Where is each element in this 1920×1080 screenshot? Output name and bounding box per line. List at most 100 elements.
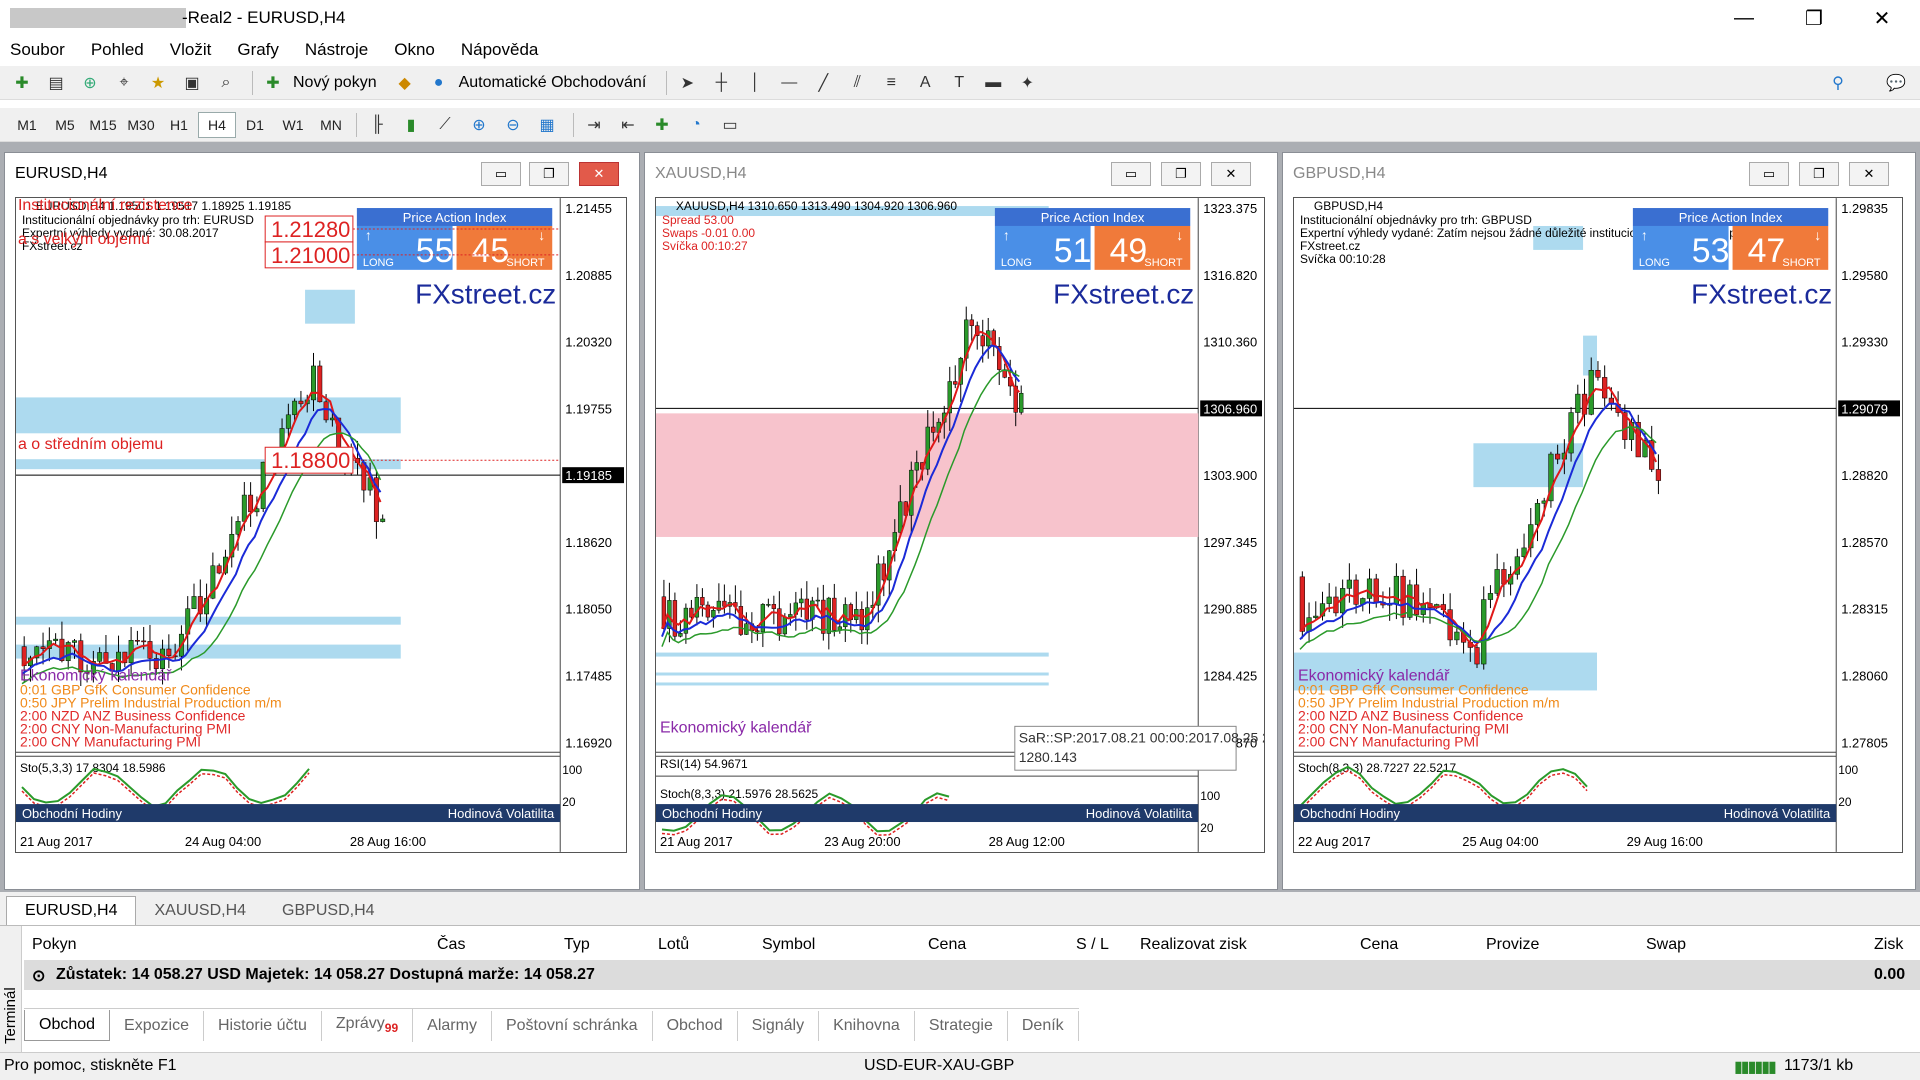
maximize-chart-button[interactable]: ❐ xyxy=(1799,162,1839,186)
horizontal-line-icon[interactable]: — xyxy=(775,70,803,96)
fibonacci-icon[interactable]: ≡ xyxy=(877,70,905,96)
periods-icon[interactable]: ◔ xyxy=(682,112,710,138)
column-header[interactable]: Provize xyxy=(1486,936,1539,954)
price-chart[interactable]: 1.21455 1.20885 1.20320 1.19755 1.19185 1.186… xyxy=(15,197,627,853)
chart-window-gbpusd[interactable]: GBPUSD,H4 ▭ ❐ ✕ 1.29835 1.29580 1.29330 1.2… xyxy=(1282,152,1916,890)
status-profile[interactable]: USD-EUR-XAU-GBP xyxy=(864,1057,1014,1075)
auto-trading-icon[interactable]: ● xyxy=(425,70,453,96)
terminal-tab-news[interactable]: Zprávy99 xyxy=(322,1009,414,1042)
cursor-icon[interactable]: ➤ xyxy=(673,70,701,96)
timeframe-mn[interactable]: MN xyxy=(312,112,350,138)
column-header[interactable]: Typ xyxy=(564,936,590,954)
column-header[interactable]: Cena xyxy=(928,936,966,954)
label-icon[interactable]: T xyxy=(945,70,973,96)
column-header[interactable]: Zisk xyxy=(1874,936,1903,954)
price-chart[interactable]: 1.29835 1.29580 1.29330 1.29079 1.28820 1.285… xyxy=(1293,197,1903,853)
chart-window-xauusd[interactable]: XAUUSD,H4 ▭ ❐ ✕ 1323.375 1316.820 1310.360… xyxy=(644,152,1278,890)
chart-window-caption[interactable]: GBPUSD,H4 ▭ ❐ ✕ xyxy=(1283,153,1915,195)
minimize-button[interactable]: — xyxy=(1714,0,1774,36)
balance-row[interactable]: ⊙ Zůstatek: 14 058.27 USD Majetek: 14 05… xyxy=(24,960,1920,990)
metaeditor-icon[interactable]: ◆ xyxy=(391,70,419,96)
channel-icon[interactable]: ⫽ xyxy=(843,70,871,96)
maximize-button[interactable]: ❐ xyxy=(1784,0,1844,36)
chart-shift-icon[interactable]: ⇤ xyxy=(614,112,642,138)
terminal-tab-alerts[interactable]: Alarmy xyxy=(413,1010,492,1041)
close-chart-button[interactable]: ✕ xyxy=(579,162,619,186)
menu-item[interactable]: Pohled xyxy=(91,40,144,60)
terminal-tab-market[interactable]: Obchod xyxy=(653,1010,738,1041)
timeframe-m30[interactable]: M30 xyxy=(122,112,160,138)
close-chart-button[interactable]: ✕ xyxy=(1849,162,1889,186)
menu-item[interactable]: Vložit xyxy=(170,40,212,60)
timeframe-m15[interactable]: M15 xyxy=(84,112,122,138)
trendline-icon[interactable]: ╱ xyxy=(809,70,837,96)
minimize-chart-button[interactable]: ▭ xyxy=(1749,162,1789,186)
terminal-tab-exposure[interactable]: Expozice xyxy=(110,1010,204,1041)
terminal-tab-library[interactable]: Knihovna xyxy=(819,1010,915,1041)
chart-tab-gbpusd[interactable]: GBPUSD,H4 xyxy=(264,897,392,925)
maximize-chart-button[interactable]: ❐ xyxy=(529,162,569,186)
timeframe-h1[interactable]: H1 xyxy=(160,112,198,138)
column-header[interactable]: Lotů xyxy=(658,936,689,954)
tester-icon[interactable]: ⌕ xyxy=(212,70,240,96)
timeframe-m1[interactable]: M1 xyxy=(8,112,46,138)
minimize-chart-button[interactable]: ▭ xyxy=(1111,162,1151,186)
terminal-tab-history[interactable]: Historie účtu xyxy=(204,1010,322,1041)
rectangle-icon[interactable]: ▬ xyxy=(979,70,1007,96)
navigator-icon[interactable]: ⌖ xyxy=(110,70,138,96)
terminal-tab-strategies[interactable]: Strategie xyxy=(915,1010,1008,1041)
auto-trading-button[interactable]: Automatické Obchodování xyxy=(459,74,647,92)
maximize-chart-button[interactable]: ❐ xyxy=(1161,162,1201,186)
profiles-icon[interactable]: ▤ xyxy=(42,70,70,96)
minimize-chart-button[interactable]: ▭ xyxy=(481,162,521,186)
shapes-icon[interactable]: ✦ xyxy=(1013,70,1041,96)
menu-item[interactable]: Nástroje xyxy=(305,40,368,60)
templates-icon[interactable]: ▭ xyxy=(716,112,744,138)
chart-tab-eurusd[interactable]: EURUSD,H4 xyxy=(6,896,137,925)
new-order-button[interactable]: Nový pokyn xyxy=(293,74,377,92)
vertical-line-icon[interactable]: │ xyxy=(741,70,769,96)
price-chart[interactable]: 1323.375 1316.820 1310.360 1306.960 1303.900… xyxy=(655,197,1265,853)
column-header[interactable]: Symbol xyxy=(762,936,815,954)
market-watch-icon[interactable]: ⊕ xyxy=(76,70,104,96)
chart-window-caption[interactable]: EURUSD,H4 ▭ ❐ ✕ xyxy=(5,153,639,195)
terminal-icon[interactable]: ▣ xyxy=(178,70,206,96)
chart-window-caption[interactable]: XAUUSD,H4 ▭ ❐ ✕ xyxy=(645,153,1277,195)
column-header[interactable]: Pokyn xyxy=(32,936,76,954)
chart-tab-xauusd[interactable]: XAUUSD,H4 xyxy=(136,897,264,925)
close-chart-button[interactable]: ✕ xyxy=(1211,162,1251,186)
crosshair-icon[interactable]: ┼ xyxy=(707,70,735,96)
indicators-icon[interactable]: ✚ xyxy=(648,112,676,138)
search-icon[interactable]: ⚲ xyxy=(1824,70,1852,96)
column-header[interactable]: S / L xyxy=(1076,936,1109,954)
timeframe-m5[interactable]: M5 xyxy=(46,112,84,138)
column-header[interactable]: Cena xyxy=(1360,936,1398,954)
tile-windows-icon[interactable]: ▦ xyxy=(533,112,561,138)
column-header[interactable]: Realizovat zisk xyxy=(1140,936,1247,954)
new-chart-icon[interactable]: ✚ xyxy=(8,70,36,96)
column-header[interactable]: Swap xyxy=(1646,936,1686,954)
menu-item[interactable]: Soubor xyxy=(10,40,65,60)
terminal-tab-signals[interactable]: Signály xyxy=(738,1010,820,1041)
timeframe-d1[interactable]: D1 xyxy=(236,112,274,138)
column-header[interactable]: Čas xyxy=(437,936,465,954)
menu-item[interactable]: Okno xyxy=(394,40,435,60)
terminal-tab-trade[interactable]: Obchod xyxy=(24,1010,111,1041)
timeframe-h4[interactable]: H4 xyxy=(198,111,236,138)
zoom-in-icon[interactable]: ⊕ xyxy=(465,112,493,138)
chat-icon[interactable]: 💬 xyxy=(1882,70,1910,96)
chart-window-eurusd[interactable]: EURUSD,H4 ▭ ❐ ✕ 1.21455 1.20885 1.20320 1.1… xyxy=(4,152,640,890)
autoscroll-icon[interactable]: ⇥ xyxy=(580,112,608,138)
menu-item[interactable]: Nápověda xyxy=(461,40,539,60)
timeframe-w1[interactable]: W1 xyxy=(274,112,312,138)
close-button[interactable]: ✕ xyxy=(1852,0,1912,36)
terminal-tab-mailbox[interactable]: Poštovní schránka xyxy=(492,1010,653,1041)
favorites-icon[interactable]: ★ xyxy=(144,70,172,96)
menu-item[interactable]: Grafy xyxy=(237,40,279,60)
bar-chart-icon[interactable]: ╟ xyxy=(363,112,391,138)
new-order-icon[interactable]: ✚ xyxy=(259,70,287,96)
terminal-tab-journal[interactable]: Deník xyxy=(1008,1010,1079,1041)
line-chart-icon[interactable]: ⟋ xyxy=(431,112,459,138)
zoom-out-icon[interactable]: ⊖ xyxy=(499,112,527,138)
text-icon[interactable]: A xyxy=(911,70,939,96)
